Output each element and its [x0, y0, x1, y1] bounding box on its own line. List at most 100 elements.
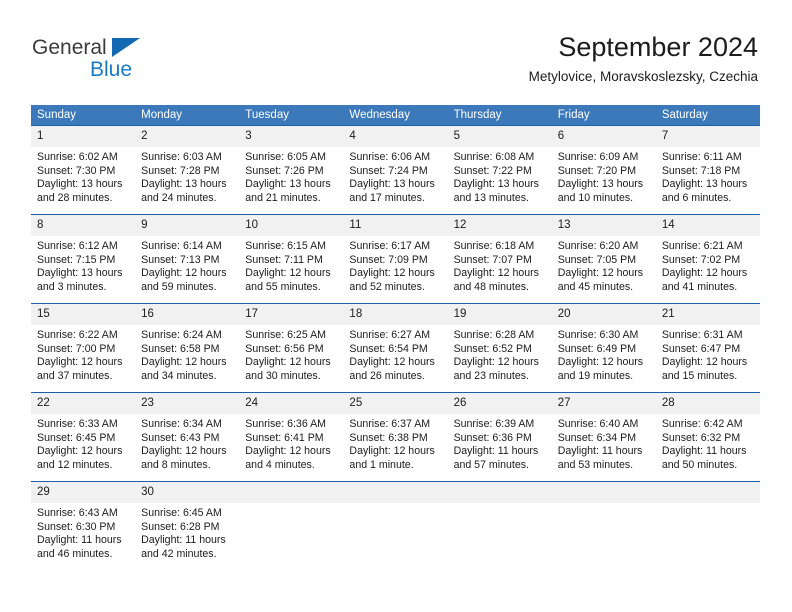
day-cell-inner[interactable]: 7 Sunrise: 6:11 AM Sunset: 7:18 PM Dayli… — [655, 126, 760, 214]
sunrise-text: Sunrise: 6:22 AM — [37, 329, 118, 341]
daylight-text-line2: and 55 minutes. — [245, 280, 321, 293]
day-cell — [239, 481, 344, 570]
sunrise-text: Sunrise: 6:33 AM — [37, 418, 118, 430]
day-cell-inner[interactable]: 18 Sunrise: 6:27 AM Sunset: 6:54 PM Dayl… — [343, 304, 448, 392]
day-number: 7 — [655, 126, 760, 147]
sunrise-text: Sunrise: 6:06 AM — [349, 151, 431, 163]
sunset-text: Sunset: 6:28 PM — [141, 520, 220, 533]
sunrise-text: Sunrise: 6:02 AM — [37, 151, 118, 163]
day-cell: 14 Sunrise: 6:21 AM Sunset: 7:02 PM Dayl… — [655, 214, 760, 304]
day-cell-inner[interactable]: 2 Sunrise: 6:03 AM Sunset: 7:28 PM Dayli… — [135, 126, 240, 214]
day-cell: 3 Sunrise: 6:05 AM Sunset: 7:26 PM Dayli… — [239, 125, 344, 215]
daylight-text-line1: Daylight: 12 hours — [661, 356, 748, 369]
day-cell-inner[interactable]: 19 Sunrise: 6:28 AM Sunset: 6:52 PM Dayl… — [447, 304, 552, 392]
day-cell-inner[interactable]: 25 Sunrise: 6:37 AM Sunset: 6:38 PM Dayl… — [343, 393, 448, 481]
sunset-text: Sunset: 7:02 PM — [661, 253, 741, 266]
day-cell: 19 Sunrise: 6:28 AM Sunset: 6:52 PM Dayl… — [447, 303, 552, 393]
day-cell-inner[interactable]: 12 Sunrise: 6:18 AM Sunset: 7:07 PM Dayl… — [447, 215, 552, 303]
daylight-text-line2: and 34 minutes. — [141, 369, 217, 382]
daylight-text-line1: Daylight: 12 hours — [37, 356, 123, 369]
day-info: Sunrise: 6:12 AM Sunset: 7:15 PM Dayligh… — [31, 236, 135, 294]
day-number: 25 — [343, 393, 448, 414]
sunrise-text: Sunrise: 6:42 AM — [661, 418, 743, 430]
sunrise-text: Sunrise: 6:37 AM — [349, 418, 431, 430]
day-cell-inner[interactable]: 6 Sunrise: 6:09 AM Sunset: 7:20 PM Dayli… — [551, 126, 656, 214]
day-cell-inner[interactable]: 11 Sunrise: 6:17 AM Sunset: 7:09 PM Dayl… — [343, 215, 448, 303]
day-cell-inner[interactable]: 16 Sunrise: 6:24 AM Sunset: 6:58 PM Dayl… — [135, 304, 240, 392]
daylight-text-line1: Daylight: 12 hours — [245, 445, 331, 458]
day-cell-inner[interactable]: 8 Sunrise: 6:12 AM Sunset: 7:15 PM Dayli… — [31, 215, 136, 303]
day-number: 3 — [239, 126, 344, 147]
day-cell-inner[interactable]: 17 Sunrise: 6:25 AM Sunset: 6:56 PM Dayl… — [239, 304, 344, 392]
day-number: 5 — [447, 126, 552, 147]
day-info: Sunrise: 6:06 AM Sunset: 7:24 PM Dayligh… — [343, 147, 447, 205]
day-info: Sunrise: 6:08 AM Sunset: 7:22 PM Dayligh… — [448, 147, 552, 205]
daylight-text-line1: Daylight: 12 hours — [349, 445, 435, 458]
day-cell-inner[interactable]: 30 Sunrise: 6:45 AM Sunset: 6:28 PM Dayl… — [135, 482, 240, 570]
daylight-text-line2: and 52 minutes. — [349, 280, 425, 293]
sunrise-text: Sunrise: 6:43 AM — [37, 507, 118, 519]
day-cell-inner[interactable]: 1 Sunrise: 6:02 AM Sunset: 7:30 PM Dayli… — [31, 126, 136, 214]
day-cell-inner[interactable]: 3 Sunrise: 6:05 AM Sunset: 7:26 PM Dayli… — [239, 126, 344, 214]
day-cell-inner[interactable]: 27 Sunrise: 6:40 AM Sunset: 6:34 PM Dayl… — [551, 393, 656, 481]
day-cell-inner[interactable]: 15 Sunrise: 6:22 AM Sunset: 7:00 PM Dayl… — [31, 304, 136, 392]
day-cell-inner[interactable]: 26 Sunrise: 6:39 AM Sunset: 6:36 PM Dayl… — [447, 393, 552, 481]
day-info: Sunrise: 6:34 AM Sunset: 6:43 PM Dayligh… — [135, 414, 239, 472]
daylight-text-line2: and 50 minutes. — [661, 458, 738, 471]
daylight-text-line1: Daylight: 12 hours — [557, 356, 644, 369]
day-number: 30 — [135, 482, 240, 503]
daylight-text-line2: and 24 minutes. — [141, 191, 217, 204]
sunset-text: Sunset: 7:24 PM — [349, 164, 428, 177]
day-number: 15 — [31, 304, 136, 325]
daylight-text-line2: and 46 minutes. — [37, 547, 113, 560]
daylight-text-line2: and 59 minutes. — [141, 280, 217, 293]
week-row: 22 Sunrise: 6:33 AM Sunset: 6:45 PM Dayl… — [31, 392, 760, 482]
daylight-text-line2: and 23 minutes. — [453, 369, 529, 382]
day-info: Sunrise: 6:27 AM Sunset: 6:54 PM Dayligh… — [343, 325, 447, 383]
day-cell: 26 Sunrise: 6:39 AM Sunset: 6:36 PM Dayl… — [447, 392, 552, 482]
day-cell-inner[interactable]: 20 Sunrise: 6:30 AM Sunset: 6:49 PM Dayl… — [551, 304, 656, 392]
day-cell-inner[interactable]: 29 Sunrise: 6:43 AM Sunset: 6:30 PM Dayl… — [31, 482, 136, 570]
page-title: September 2024 — [558, 32, 758, 62]
day-number — [655, 482, 760, 503]
daylight-text-line1: Daylight: 12 hours — [453, 356, 539, 369]
day-cell-inner-empty — [447, 482, 552, 570]
sunrise-text: Sunrise: 6:08 AM — [453, 151, 535, 163]
day-cell-inner[interactable]: 4 Sunrise: 6:06 AM Sunset: 7:24 PM Dayli… — [343, 126, 448, 214]
day-info: Sunrise: 6:20 AM Sunset: 7:05 PM Dayligh… — [552, 236, 656, 294]
sunset-text: Sunset: 7:13 PM — [141, 253, 220, 266]
week-row: 29 Sunrise: 6:43 AM Sunset: 6:30 PM Dayl… — [31, 481, 760, 570]
daylight-text-line1: Daylight: 13 hours — [557, 178, 644, 191]
weekday-header-thursday: Thursday — [447, 105, 552, 126]
day-cell-inner[interactable]: 22 Sunrise: 6:33 AM Sunset: 6:45 PM Dayl… — [31, 393, 136, 481]
daylight-text-line2: and 4 minutes. — [245, 458, 315, 471]
daylight-text-line2: and 17 minutes. — [349, 191, 425, 204]
sunset-text: Sunset: 7:22 PM — [453, 164, 532, 177]
day-cell — [655, 481, 760, 570]
day-number — [551, 482, 656, 503]
daylight-text-line2: and 57 minutes. — [453, 458, 529, 471]
sunrise-text: Sunrise: 6:27 AM — [349, 329, 431, 341]
daylight-text-line2: and 10 minutes. — [557, 191, 634, 204]
day-cell-inner[interactable]: 13 Sunrise: 6:20 AM Sunset: 7:05 PM Dayl… — [551, 215, 656, 303]
sunrise-text: Sunrise: 6:34 AM — [141, 418, 222, 430]
day-cell-inner[interactable]: 5 Sunrise: 6:08 AM Sunset: 7:22 PM Dayli… — [447, 126, 552, 214]
day-cell-inner[interactable]: 10 Sunrise: 6:15 AM Sunset: 7:11 PM Dayl… — [239, 215, 344, 303]
weekday-header-wednesday: Wednesday — [343, 105, 448, 126]
day-cell-inner[interactable]: 23 Sunrise: 6:34 AM Sunset: 6:43 PM Dayl… — [135, 393, 240, 481]
day-cell-inner[interactable]: 9 Sunrise: 6:14 AM Sunset: 7:13 PM Dayli… — [135, 215, 240, 303]
sunset-text: Sunset: 7:20 PM — [557, 164, 637, 177]
day-cell-inner[interactable]: 14 Sunrise: 6:21 AM Sunset: 7:02 PM Dayl… — [655, 215, 760, 303]
day-cell: 2 Sunrise: 6:03 AM Sunset: 7:28 PM Dayli… — [135, 125, 240, 215]
day-cell-inner[interactable]: 28 Sunrise: 6:42 AM Sunset: 6:32 PM Dayl… — [655, 393, 760, 481]
sunset-text: Sunset: 7:28 PM — [141, 164, 220, 177]
sunrise-text: Sunrise: 6:30 AM — [557, 329, 639, 341]
day-cell: 6 Sunrise: 6:09 AM Sunset: 7:20 PM Dayli… — [551, 125, 656, 215]
sunset-text: Sunset: 6:47 PM — [661, 342, 741, 355]
day-number: 14 — [655, 215, 760, 236]
daylight-text-line1: Daylight: 13 hours — [349, 178, 435, 191]
day-number: 29 — [31, 482, 136, 503]
sunset-text: Sunset: 7:09 PM — [349, 253, 428, 266]
day-cell-inner[interactable]: 24 Sunrise: 6:36 AM Sunset: 6:41 PM Dayl… — [239, 393, 344, 481]
day-cell-inner[interactable]: 21 Sunrise: 6:31 AM Sunset: 6:47 PM Dayl… — [655, 304, 760, 392]
